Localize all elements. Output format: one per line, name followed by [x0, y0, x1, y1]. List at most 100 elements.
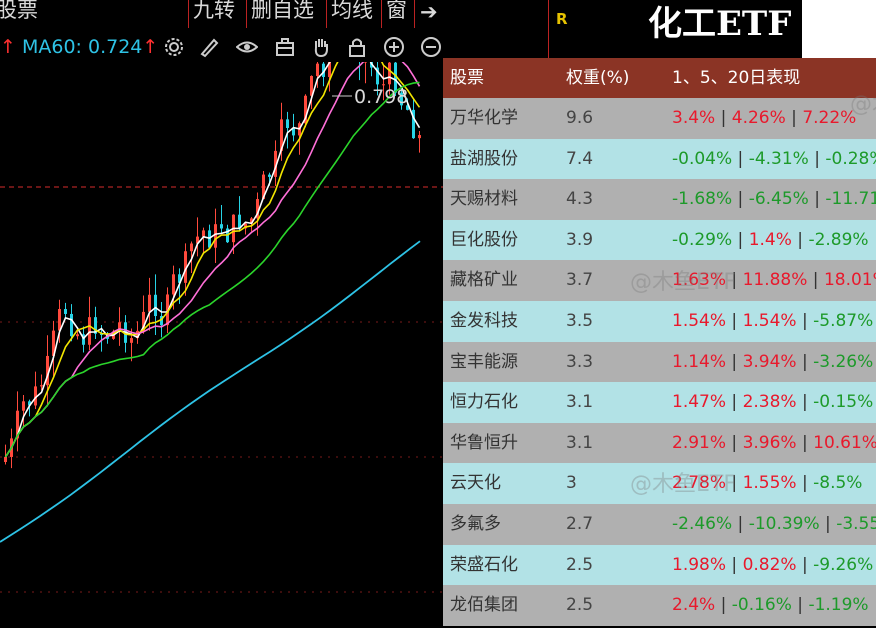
performance-value: 3.96%: [742, 432, 797, 453]
zoom-out-icon[interactable]: [420, 36, 442, 58]
performance-value: -0.28%: [825, 148, 876, 169]
table-row[interactable]: 金发科技 3.5 1.54% | 1.54% | -5.87%: [443, 301, 876, 342]
blank-corner: [802, 0, 876, 58]
high-price-label: 0.798: [354, 86, 408, 108]
table-row[interactable]: 华鲁恒升 3.1 2.91% | 3.96% | 10.61%: [443, 422, 876, 464]
table-row[interactable]: 藏格矿业 3.7 1.63% | 11.88% | 18.01%: [443, 260, 876, 301]
menu-separator: [246, 0, 247, 28]
exit-arrow-icon[interactable]: ➔: [420, 0, 438, 26]
hand-icon[interactable]: [310, 36, 332, 58]
moving-average-line: [4, 35, 421, 458]
stock-performance: 2.91% | 3.96% | 10.61%: [672, 423, 876, 463]
performance-divider: |: [796, 554, 814, 575]
performance-divider: |: [796, 473, 814, 494]
performance-value: 2.38%: [742, 392, 797, 413]
menu-stocks[interactable]: 股票: [0, 0, 38, 24]
performance-value: -5.87%: [813, 311, 874, 331]
candle-body: [418, 135, 421, 139]
performance-divider: |: [726, 311, 743, 331]
performance-value: -10.39%: [748, 514, 820, 534]
zoom-in-icon[interactable]: [383, 36, 405, 58]
table-row[interactable]: 龙佰集团 2.5 2.4% | -0.16% | -1.19%: [443, 585, 876, 626]
candle-body: [64, 309, 67, 314]
lock-icon[interactable]: [346, 36, 368, 58]
ma60-line: [0, 240, 421, 543]
candle-body: [58, 309, 61, 331]
performance-divider: |: [732, 148, 749, 169]
table-row[interactable]: 荣盛石化 2.5 1.98% | 0.82% | -9.26%: [443, 544, 876, 586]
performance-value: 1.14%: [672, 351, 727, 372]
stock-weight: 3.1: [566, 432, 594, 453]
performance-value: 10.61%: [813, 432, 876, 453]
settings-icon[interactable]: [163, 36, 185, 58]
menu-remove-favorite[interactable]: 删自选: [251, 0, 314, 24]
table-row[interactable]: 多氟多 2.7 -2.46% | -10.39% | -3.55%: [443, 504, 876, 545]
table-header: 股票 权重(%) 1、5、20日表现: [443, 58, 876, 98]
stock-name: 多氟多: [450, 514, 501, 534]
briefcase-icon[interactable]: [274, 36, 296, 58]
performance-value: 1.63%: [672, 270, 727, 291]
candle-body: [76, 334, 79, 337]
candle-body: [220, 224, 223, 229]
draw-pen-icon[interactable]: [198, 36, 220, 58]
performance-value: 1.55%: [742, 473, 797, 494]
performance-value: -6.45%: [748, 189, 809, 210]
menu-window[interactable]: 窗: [386, 0, 407, 24]
menu-nine-turn[interactable]: 九转: [193, 0, 235, 24]
moving-average-line: [4, 81, 420, 458]
performance-divider: |: [808, 148, 826, 169]
stock-name: 盐湖股份: [450, 148, 518, 169]
stock-performance: -0.04% | -4.31% | -0.28%: [672, 139, 876, 179]
performance-divider: |: [796, 392, 814, 413]
performance-value: -4.31%: [748, 148, 809, 169]
performance-value: 0.82%: [742, 554, 797, 575]
performance-divider: |: [808, 189, 826, 210]
candle-body: [190, 243, 193, 252]
stock-weight: 3.1: [566, 392, 594, 413]
performance-divider: |: [726, 351, 743, 372]
stock-name: 云天化: [450, 473, 501, 494]
performance-value: 2.4%: [672, 595, 716, 616]
performance-value: 1.54%: [672, 311, 727, 331]
performance-value: -11.71%: [825, 189, 876, 210]
stock-performance: 1.47% | 2.38% | -0.15%: [672, 382, 873, 422]
table-row[interactable]: 巨化股份 3.9 -0.29% | 1.4% | -2.89%: [443, 219, 876, 261]
ma60-up-arrow-icon: ↑: [142, 36, 159, 58]
menu-moving-average[interactable]: 均线: [331, 0, 373, 24]
stock-name: 宝丰能源: [450, 351, 518, 372]
stock-performance: -1.68% | -6.45% | -11.71%: [672, 179, 876, 219]
eye-icon[interactable]: [235, 36, 259, 58]
stock-name: 荣盛石化: [450, 554, 518, 575]
table-row[interactable]: 恒力石化 3.1 1.47% | 2.38% | -0.15%: [443, 382, 876, 423]
moving-average-lines: [0, 22, 421, 543]
performance-value: -9.26%: [813, 554, 874, 575]
table-row[interactable]: 万华化学 9.6 3.4% | 4.26% | 7.22%: [443, 98, 876, 139]
performance-value: 7.22%: [802, 108, 857, 128]
candle-body: [88, 317, 91, 345]
stock-name: 藏格矿业: [450, 270, 518, 291]
stock-performance: 3.4% | 4.26% | 7.22%: [672, 98, 856, 138]
performance-divider: |: [791, 229, 809, 250]
performance-divider: |: [785, 108, 803, 128]
kline-svg: 0.798: [0, 0, 450, 593]
stock-name: 龙佰集团: [450, 595, 518, 616]
candle-body: [316, 63, 319, 76]
table-row[interactable]: 宝丰能源 3.3 1.14% | 3.94% | -3.26%: [443, 341, 876, 383]
candle-body: [172, 274, 175, 295]
performance-value: 2.91%: [672, 432, 727, 453]
performance-value: 3.94%: [742, 351, 797, 372]
stock-performance: 2.78% | 1.55% | -8.5%: [672, 463, 862, 503]
performance-value: -0.29%: [672, 229, 733, 250]
table-row[interactable]: 云天化 3 2.78% | 1.55% | -8.5%: [443, 463, 876, 504]
menu-separator: [414, 0, 415, 28]
candle-body: [22, 401, 25, 411]
table-row[interactable]: 盐湖股份 7.4 -0.04% | -4.31% | -0.28%: [443, 138, 876, 180]
stock-performance: 1.14% | 3.94% | -3.26%: [672, 342, 873, 382]
performance-value: 1.47%: [672, 392, 727, 413]
ma60-indicator: ↑ MA60: 0.724↑: [0, 36, 158, 58]
performance-value: -2.89%: [808, 229, 869, 250]
candlestick-chart[interactable]: 0.798: [0, 0, 450, 624]
performance-divider: |: [819, 514, 837, 534]
table-row[interactable]: 天赐材料 4.3 -1.68% | -6.45% | -11.71%: [443, 179, 876, 220]
stock-weight: 2.7: [566, 514, 594, 534]
